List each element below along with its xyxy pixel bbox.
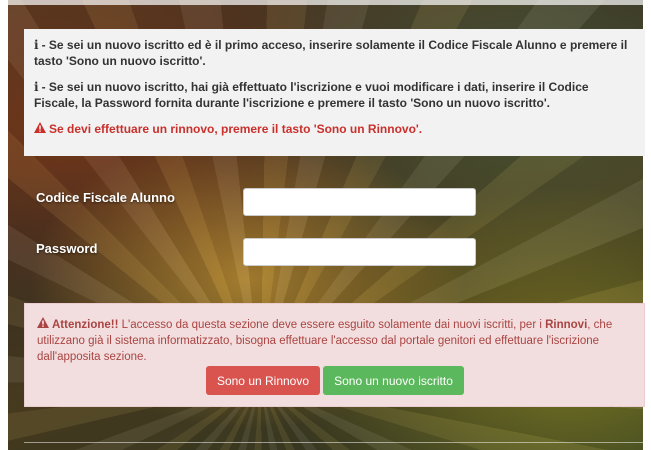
codice-fiscale-label: Codice Fiscale Alunno [36, 190, 175, 205]
renewal-warning: Se devi effettuare un rinnovo, premere i… [34, 121, 635, 137]
alert-message: Attenzione!! L'accesso da questa sezione… [37, 317, 634, 365]
new-enrollee-button[interactable]: Sono un nuovo iscritto [323, 366, 464, 395]
warning-triangle-icon [37, 317, 49, 333]
renewal-warning-text: Se devi effettuare un rinnovo, premere i… [49, 122, 423, 136]
renewal-button[interactable]: Sono un Rinnovo [206, 366, 320, 395]
footer-divider [24, 442, 645, 443]
warning-triangle-icon [34, 121, 46, 137]
info-icon: i [34, 38, 39, 52]
alert-rinnovi-word: Rinnovi [545, 319, 588, 331]
password-label: Password [36, 241, 98, 256]
info-line-2-text: - Se sei un nuovo iscritto, hai già effe… [34, 80, 589, 110]
password-input[interactable] [243, 238, 476, 266]
top-edge [0, 0, 651, 5]
info-line-first-access: i- Se sei un nuovo iscritto ed è il prim… [34, 37, 635, 69]
info-icon: i [34, 80, 39, 94]
codice-fiscale-input[interactable] [243, 188, 476, 216]
alert-title: Attenzione!! [52, 319, 119, 331]
attention-alert: Attenzione!! L'accesso da questa sezione… [24, 303, 645, 407]
info-line-modify-data: i- Se sei un nuovo iscritto, hai già eff… [34, 79, 635, 111]
left-edge [0, 0, 8, 450]
alert-text-part-1: L'accesso da questa sezione deve essere … [118, 319, 546, 331]
info-line-1-text: - Se sei un nuovo iscritto ed è il primo… [34, 38, 628, 68]
action-buttons: Sono un Rinnovo Sono un nuovo iscritto [206, 366, 464, 395]
info-panel: i- Se sei un nuovo iscritto ed è il prim… [24, 29, 645, 156]
